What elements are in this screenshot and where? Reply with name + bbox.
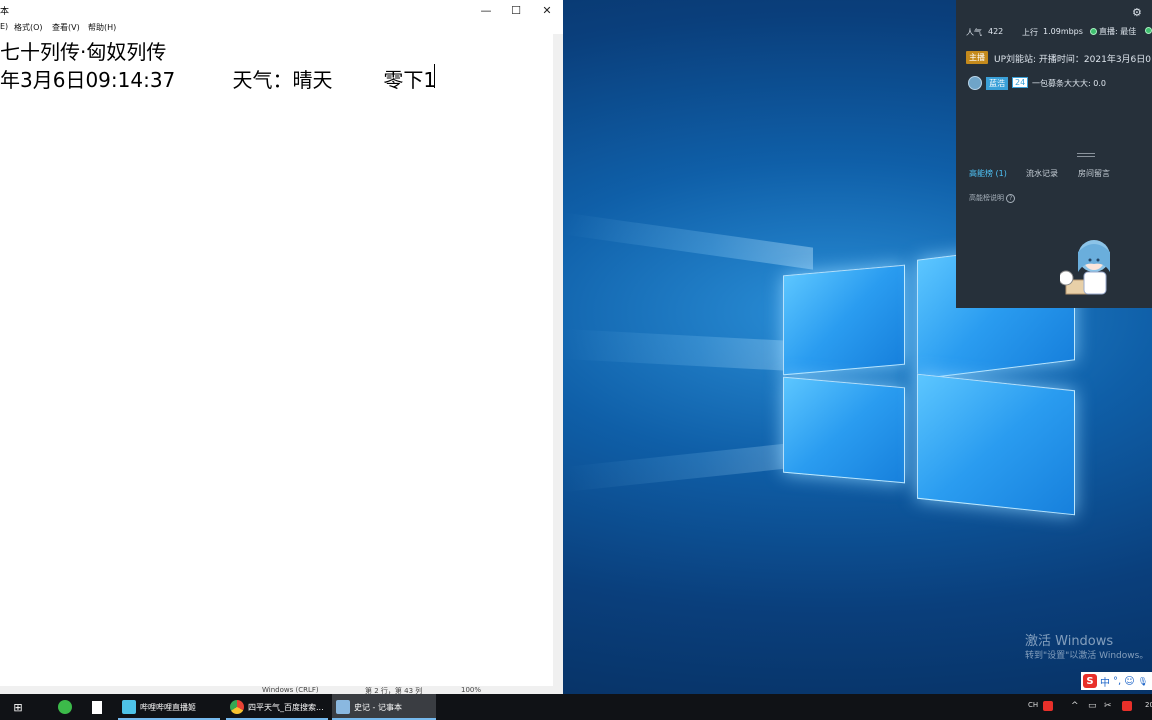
activation-title: 激活 Windows [1025, 634, 1114, 649]
task-view-button[interactable]: ⊞ [8, 694, 28, 720]
sogou-logo-icon[interactable]: S [1083, 674, 1097, 688]
upload-label: 上行 [1022, 28, 1038, 37]
emoji-icon[interactable]: ☺ [1124, 676, 1134, 687]
menu-help[interactable]: 帮助(H) [88, 22, 116, 33]
live-stream-panel: ⚙ 人气 422 上行 1.09mbps 直播: 最佳 主播 UP刘能站: 开播… [956, 0, 1152, 308]
wechat-icon[interactable] [58, 694, 76, 720]
app-label: 史记 - 记事本 [354, 702, 402, 712]
status-bar: Windows (CRLF) 第 2 行，第 43 列 100% [0, 686, 563, 694]
high-energy-note[interactable]: 高能榜说明 ? [969, 193, 1016, 203]
window-title: 本 [0, 7, 10, 17]
popularity-value: 422 [988, 27, 1004, 36]
encoding-status: Windows (CRLF) [262, 686, 319, 694]
text-line: 年3月6日09:14:37 天气：晴天 零下1 [0, 68, 437, 92]
title-bar[interactable]: 本 — ☐ ✕ [0, 0, 563, 20]
tab-room-messages[interactable]: 房间留言 [1078, 168, 1110, 179]
taskbar-app-bilibili-live[interactable]: 哔哩哔哩直播姬 [118, 694, 220, 720]
help-icon[interactable]: ? [1006, 194, 1016, 203]
popularity-label: 人气 [966, 28, 982, 37]
live-status: 直播: 最佳 [1090, 26, 1136, 37]
sogou-tray-icon[interactable] [1043, 701, 1053, 711]
tools-icon[interactable]: ✂ [1104, 701, 1112, 711]
activation-hint: 转到"设置"以激活 Windows。 [1025, 651, 1149, 661]
taskbar-app-chrome[interactable]: 四平天气_百度搜索... [226, 694, 328, 720]
zoom-level: 100% [461, 686, 482, 694]
ime-toolbar[interactable]: S 中 °, ☺ 🎙 [1081, 672, 1152, 690]
close-button[interactable]: ✕ [531, 0, 563, 20]
host-badge: 主播 [966, 51, 988, 64]
light-beam [563, 328, 793, 372]
fan-medal-level: 24 [1012, 77, 1029, 88]
status-dot-icon [1090, 28, 1097, 35]
ime-punctuation[interactable]: °, [1113, 676, 1121, 687]
logo-pane-bottom-left [783, 376, 905, 484]
clock[interactable]: 20 [1145, 701, 1152, 709]
logo-pane-top-left [783, 264, 905, 376]
status-dot-icon [1145, 26, 1152, 35]
vertical-scrollbar[interactable] [553, 34, 563, 686]
menu-edit[interactable]: E) [0, 22, 8, 31]
notepad-window: 本 — ☐ ✕ E) 格式(O) 查看(V) 帮助(H) 七十列传·匈奴列传 年… [0, 0, 563, 694]
logo-pane-bottom-right [917, 373, 1075, 516]
menu-format[interactable]: 格式(O) [14, 22, 43, 33]
notepad-icon [336, 700, 350, 714]
bilibili-live-icon [122, 700, 136, 714]
host-info: UP刘能站: 开播时间：2021年3月6日0 [994, 55, 1151, 65]
tray-language[interactable]: CH [1028, 701, 1038, 709]
text-line: 七十列传·匈奴列传 [0, 40, 167, 64]
app-label: 四平天气_百度搜索... [248, 702, 324, 712]
menu-view[interactable]: 查看(V) [52, 22, 80, 33]
mascot-image [1060, 240, 1110, 295]
live-status-label: 直播: 最佳 [1099, 27, 1137, 36]
volume-icon[interactable] [1122, 701, 1132, 711]
minimize-button[interactable]: — [470, 0, 502, 20]
chrome-icon [230, 700, 244, 714]
avatar [968, 76, 982, 90]
tab-high-energy[interactable]: 高能榜 (1) [969, 168, 1007, 179]
maximize-button[interactable]: ☐ [500, 0, 532, 20]
tab-flow-records[interactable]: 流水记录 [1026, 168, 1058, 179]
menu-bar: E) 格式(O) 查看(V) 帮助(H) [0, 20, 563, 34]
tray-expand-icon[interactable]: ^ [1071, 701, 1079, 711]
resize-handle[interactable] [1077, 153, 1095, 157]
chat-message: 一包募条大大大: 0.0 [1032, 79, 1106, 88]
gear-icon[interactable]: ⚙ [1132, 6, 1142, 19]
light-beam [563, 442, 793, 493]
taskbar-app-notepad[interactable]: 史记 - 记事本 [332, 694, 436, 720]
microphone-icon[interactable]: 🎙 [1138, 677, 1148, 686]
network-icon[interactable]: ▭ [1088, 701, 1097, 711]
text-caret [434, 64, 435, 88]
text-editor[interactable]: 七十列传·匈奴列传 年3月6日09:14:37 天气：晴天 零下1 [0, 34, 553, 686]
taskbar: ⊞ 哔哩哔哩直播姬 四平天气_百度搜索... 史记 - 记事本 CH ^ ▭ ✂… [0, 694, 1152, 720]
app-label: 哔哩哔哩直播姬 [140, 702, 196, 712]
ime-language[interactable]: 中 [1100, 674, 1110, 689]
file-icon[interactable] [92, 694, 106, 720]
upload-value: 1.09mbps [1043, 27, 1083, 36]
cursor-position: 第 2 行，第 43 列 [365, 687, 423, 694]
fan-medal-badge: 蓝浩 [986, 77, 1008, 90]
